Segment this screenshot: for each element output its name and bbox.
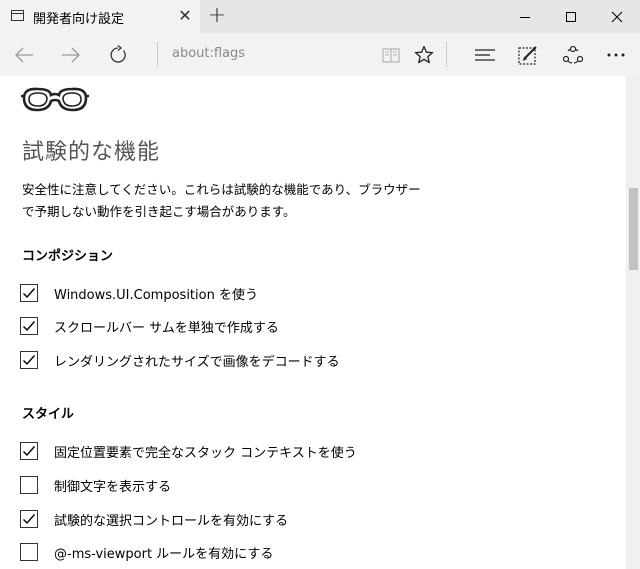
option-label: @-ms-viewport ルールを有効にする [54,546,274,562]
minimize-icon [520,16,530,18]
title-bar: 開発者向け設定 ✕ + [0,0,640,33]
web-note-icon [518,46,537,65]
star-icon [414,45,434,64]
option-label: 制御文字を表示する [54,479,172,495]
back-button[interactable] [8,39,40,71]
checkmark-icon [23,446,36,457]
favorite-button[interactable] [408,39,440,71]
checkmark-icon [23,514,36,525]
close-icon [611,11,623,22]
hub-button[interactable] [469,39,501,71]
toolbar-divider [446,42,447,67]
checkbox[interactable] [20,351,38,369]
minimize-button[interactable] [502,0,548,33]
more-button[interactable] [600,39,632,71]
option-show-control-characters[interactable]: 制御文字を表示する [20,474,171,496]
navigation-bar: about:flags [0,33,640,76]
option-scrollbar-thumb[interactable]: スクロールバー サムを単独で作成する [20,315,279,337]
share-button[interactable] [557,39,589,71]
option-label: 試験的な選択コントロールを有効にする [54,513,289,529]
reading-view-button[interactable] [375,39,407,71]
back-arrow-icon [15,47,33,63]
checkbox[interactable] [20,510,38,528]
address-bar[interactable]: about:flags [172,46,245,61]
refresh-icon [110,45,126,63]
new-tab-button[interactable]: + [205,5,229,29]
checkbox[interactable] [20,476,38,494]
option-label: 固定位置要素で完全なスタック コンテキストを使う [54,445,357,461]
warning-text: 安全性に注意してください。これらは試験的な機能であり、ブラウザーで予期しない動作… [22,182,421,219]
hub-icon [475,49,495,61]
web-note-button[interactable] [512,39,544,71]
page-title: 試験的な機能 [22,140,161,165]
forward-arrow-icon [62,47,80,63]
refresh-button[interactable] [102,39,134,71]
checkmark-icon [23,321,36,332]
close-tab-icon[interactable]: ✕ [175,6,195,26]
book-icon [382,48,400,63]
checkbox[interactable] [20,284,38,302]
glasses-icon [21,87,89,112]
tab-title: 開発者向け設定 [33,12,125,27]
checkmark-icon [23,355,36,366]
more-icon [607,53,625,57]
checkbox[interactable] [20,317,38,335]
address-divider [157,42,158,67]
scrollbar-thumb[interactable] [629,188,638,270]
option-fixed-position-stacking[interactable]: 固定位置要素で完全なスタック コンテキストを使う [20,440,357,462]
section-title-style: スタイル [22,407,75,422]
page-content: 試験的な機能 安全性に注意してください。これらは試験的な機能であり、ブラウザーで… [0,76,626,569]
option-label: スクロールバー サムを単独で作成する [54,320,279,336]
option-experimental-select-control[interactable]: 試験的な選択コントロールを有効にする [20,508,288,530]
close-window-button[interactable] [594,0,640,33]
checkbox[interactable] [20,543,38,561]
checkmark-icon [23,288,36,299]
checkbox[interactable] [20,442,38,460]
vertical-scrollbar[interactable] [626,76,640,569]
maximize-icon [566,11,576,22]
option-label: Windows.UI.Composition を使う [54,287,258,303]
option-windows-ui-composition[interactable]: Windows.UI.Composition を使う [20,282,258,304]
maximize-button[interactable] [548,0,594,33]
tab-developer-settings[interactable]: 開発者向け設定 ✕ [0,0,200,33]
option-label: レンダリングされたサイズで画像をデコードする [54,354,340,370]
option-decode-images[interactable]: レンダリングされたサイズで画像をデコードする [20,349,340,371]
section-title-composition: コンポジション [22,249,114,264]
page-icon [11,10,24,21]
forward-button[interactable] [55,39,87,71]
share-icon [562,45,584,64]
option-ms-viewport-rule[interactable]: @-ms-viewport ルールを有効にする [20,541,273,563]
